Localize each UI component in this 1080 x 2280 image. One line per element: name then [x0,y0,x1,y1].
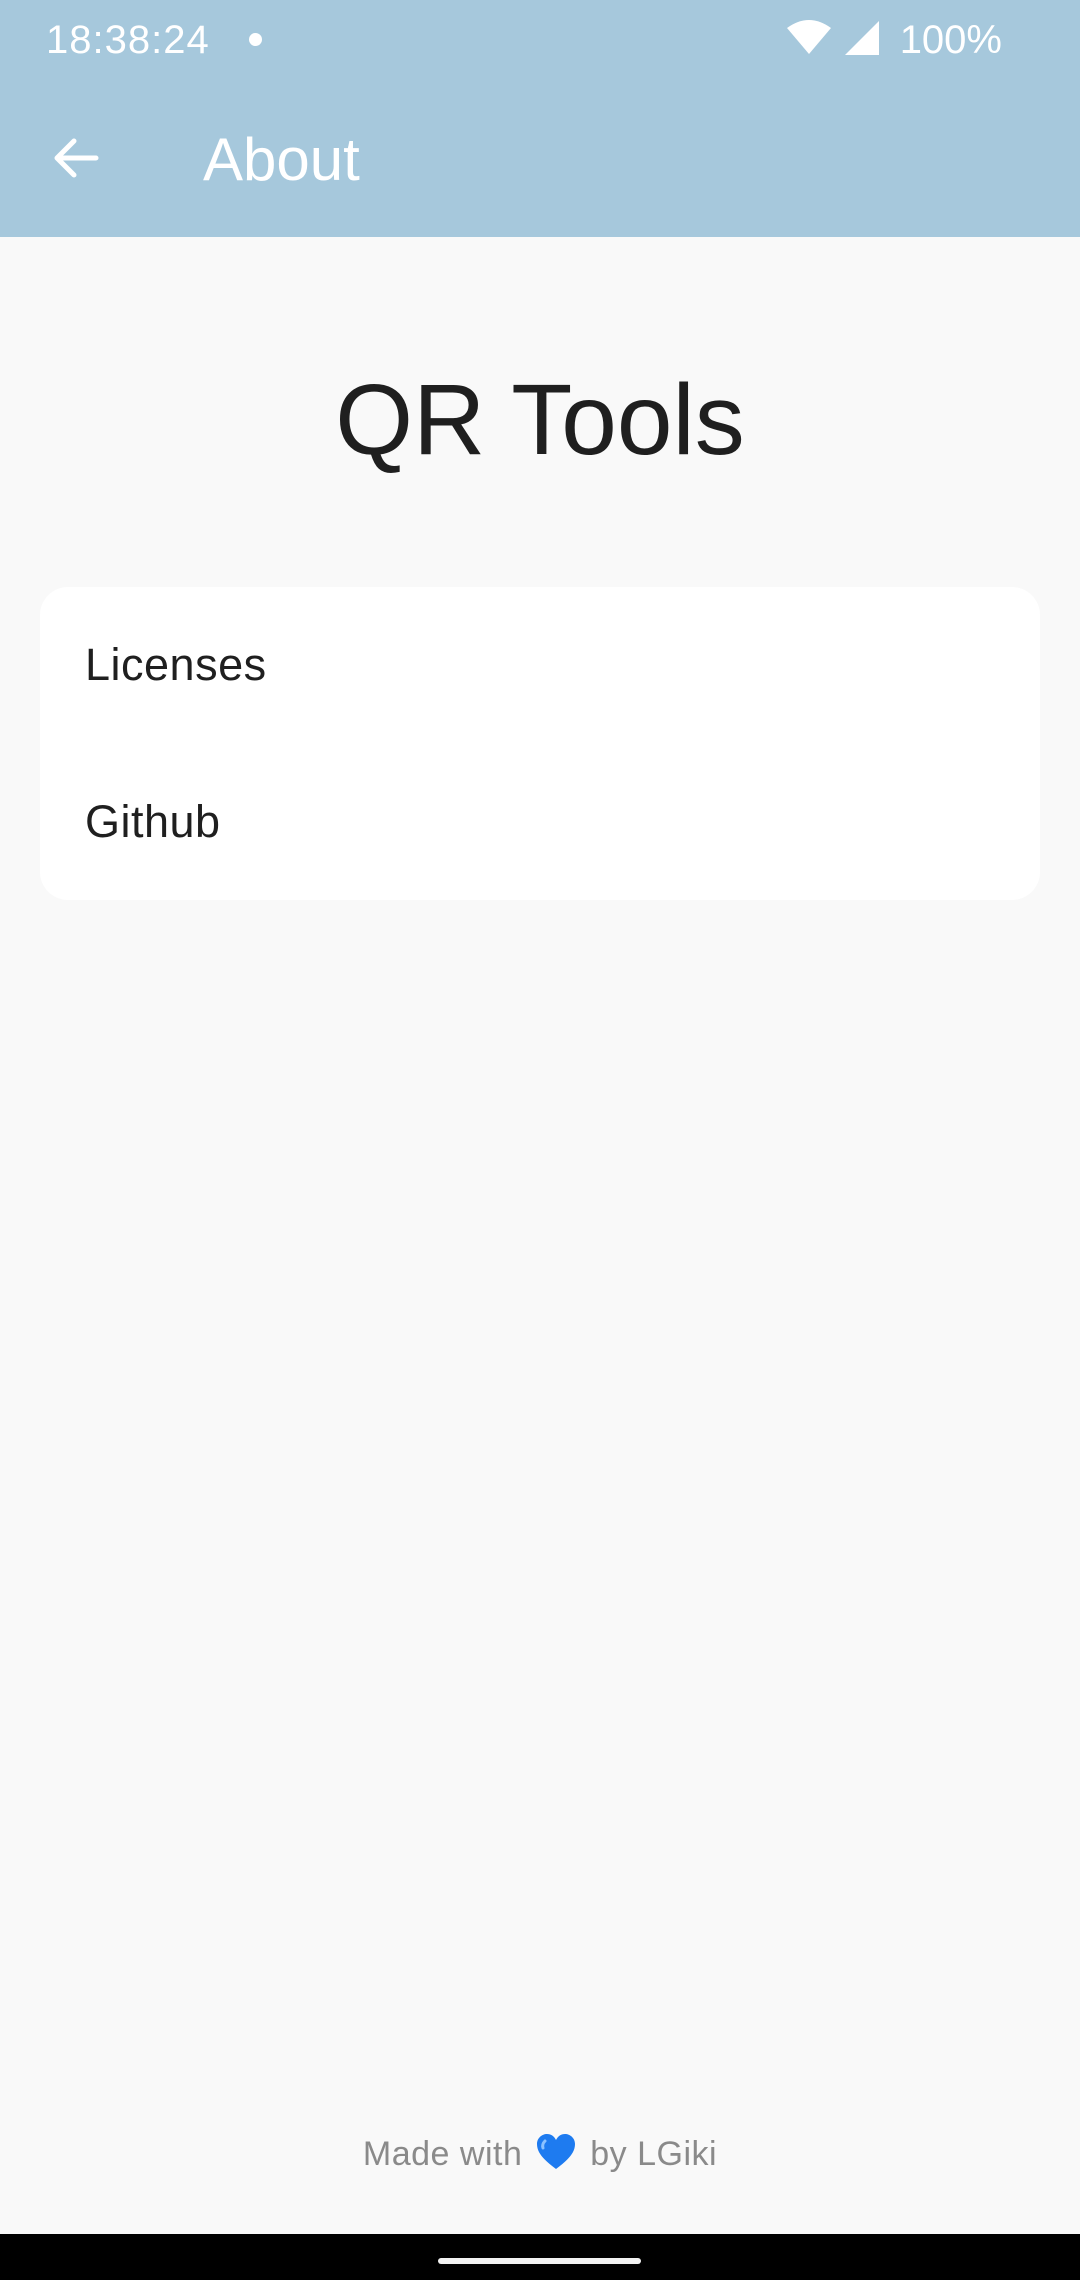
status-bar: 18:38:24 100% [0,0,1080,80]
footer-credit: Made with by LGiki [0,2130,1080,2184]
system-navigation-bar [0,2234,1080,2280]
blue-heart-icon [536,2133,576,2184]
status-icons: 100% [786,16,1002,64]
licenses-label: Licenses [85,639,267,690]
cell-signal-icon [844,20,880,61]
github-menu-item[interactable]: Github [40,744,1040,900]
app-bar: About [0,80,1080,237]
status-time: 18:38:24 [46,18,210,62]
battery-percentage: 100% [899,18,1002,62]
home-gesture-handle[interactable] [438,2258,641,2264]
about-menu-card: Licenses Github [40,587,1040,900]
back-button[interactable] [36,120,116,200]
arrow-back-icon [50,132,102,189]
page-title: About [203,126,360,193]
notification-dot-icon [249,33,262,46]
wifi-icon [786,19,832,61]
app-name-heading: QR Tools [335,364,745,476]
footer-prefix: Made with [362,2135,523,2173]
footer-suffix: by LGiki [590,2135,718,2173]
github-label: Github [85,796,221,847]
licenses-menu-item[interactable]: Licenses [40,587,1040,743]
